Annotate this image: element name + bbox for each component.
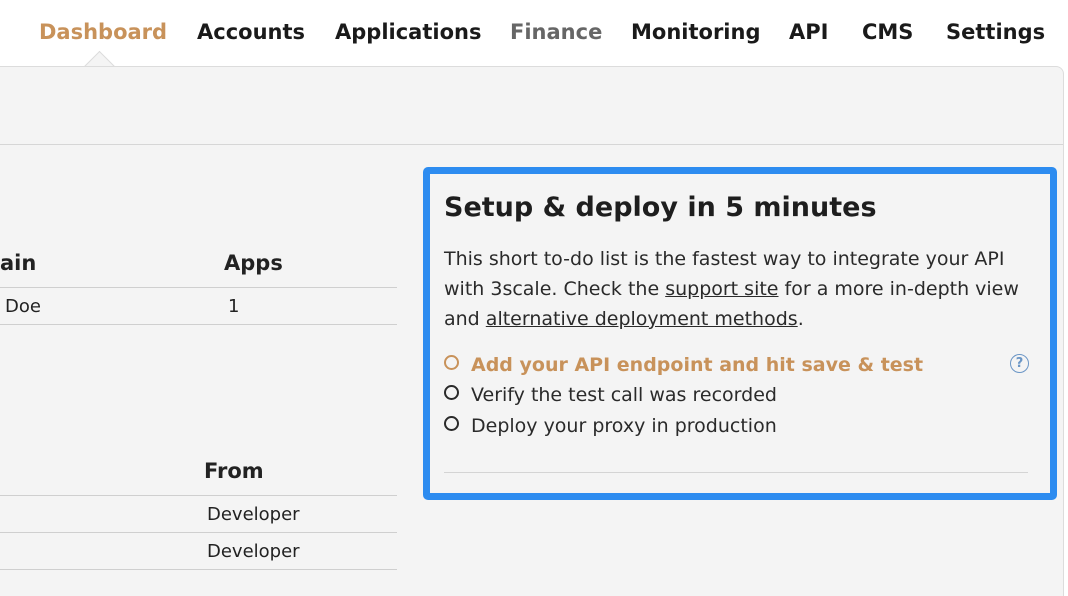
table-divider [0, 287, 397, 288]
table-divider [0, 569, 397, 570]
nav-cms[interactable]: CMS [862, 20, 913, 44]
message-from-cell[interactable]: Developer [207, 504, 300, 525]
table-divider [0, 532, 397, 533]
dashboard-page: Dashboard Accounts Applications Finance … [0, 0, 1068, 596]
account-name-cell[interactable]: Doe [5, 296, 41, 317]
table-divider [0, 495, 397, 496]
task-label: Add your API endpoint and hit save & tes… [471, 354, 924, 376]
task-status-circle-icon [444, 385, 459, 400]
nav-dashboard[interactable]: Dashboard [39, 20, 167, 44]
task-deploy-proxy[interactable]: Deploy your proxy in production [444, 415, 777, 437]
task-verify-test-call[interactable]: Verify the test call was recorded [444, 384, 777, 406]
column-header-apps: Apps [224, 251, 283, 275]
subheader-divider [0, 144, 1063, 145]
setup-widget: Setup & deploy in 5 minutes This short t… [423, 167, 1057, 500]
task-status-circle-icon [444, 416, 459, 431]
nav-applications[interactable]: Applications [335, 20, 481, 44]
task-status-circle-icon [444, 355, 459, 370]
setup-description: This short to-do list is the fastest way… [444, 244, 1034, 334]
account-apps-cell[interactable]: 1 [228, 296, 239, 317]
nav-accounts[interactable]: Accounts [197, 20, 305, 44]
task-label: Verify the test call was recorded [471, 384, 777, 406]
column-header-name: ain [0, 251, 37, 275]
nav-monitoring[interactable]: Monitoring [631, 20, 760, 44]
support-site-link[interactable]: support site [665, 278, 778, 300]
setup-description-text: . [797, 308, 804, 330]
alternative-deployment-link[interactable]: alternative deployment methods [486, 308, 798, 330]
setup-title: Setup & deploy in 5 minutes [444, 192, 877, 223]
nav-settings[interactable]: Settings [946, 20, 1045, 44]
top-navigation: Dashboard Accounts Applications Finance … [0, 0, 1068, 67]
task-add-endpoint[interactable]: Add your API endpoint and hit save & tes… [444, 354, 923, 376]
column-header-from: From [204, 459, 264, 483]
setup-divider [444, 472, 1028, 473]
nav-api[interactable]: API [789, 20, 828, 44]
nav-finance[interactable]: Finance [510, 20, 602, 44]
help-icon[interactable]: ? [1010, 354, 1029, 373]
task-label: Deploy your proxy in production [471, 415, 777, 437]
message-from-cell[interactable]: Developer [207, 541, 300, 562]
table-divider [0, 324, 397, 325]
